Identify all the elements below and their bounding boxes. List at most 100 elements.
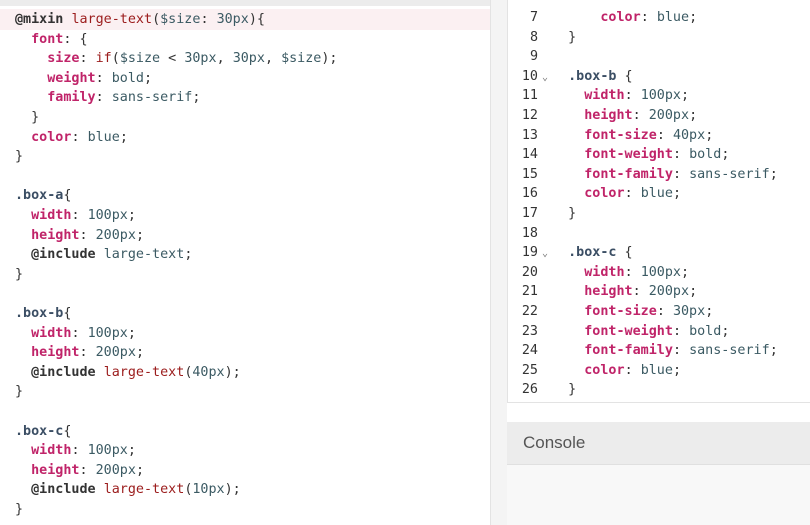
code-token: ;: [721, 323, 730, 339]
code-token: ;: [127, 443, 136, 459]
code-line[interactable]: font-size: 30px;: [552, 302, 713, 322]
code-line[interactable]: }: [552, 28, 576, 48]
line-number: 22: [521, 304, 538, 319]
console-header[interactable]: Console: [507, 422, 810, 465]
code-token: ;: [144, 70, 153, 86]
code-token: :: [672, 343, 690, 359]
code-token: ;: [119, 129, 128, 145]
code-line[interactable]: }: [15, 108, 39, 128]
code-line[interactable]: font-weight: bold;: [552, 322, 729, 342]
code-line[interactable]: font-size: 40px;: [552, 126, 713, 146]
code-token: color: [552, 186, 625, 202]
code-token: height: [15, 345, 80, 361]
code-token: ;: [705, 304, 714, 319]
code-token: ;: [135, 227, 144, 243]
code-token: .box-b: [15, 306, 64, 321]
code-line[interactable]: }: [15, 382, 23, 402]
code-token: : {: [63, 31, 88, 47]
code-line[interactable]: .box-b{: [15, 304, 71, 324]
code-line[interactable]: height: 200px;: [15, 226, 144, 246]
code-line[interactable]: width: 100px;: [15, 206, 136, 226]
code-line[interactable]: color: blue;: [552, 8, 697, 28]
code-line[interactable]: }: [15, 147, 23, 167]
code-line[interactable]: @include large-text(10px);: [15, 480, 241, 500]
code-token: }: [552, 29, 577, 45]
code-token: font-weight: [552, 323, 673, 339]
code-token: ;: [681, 88, 690, 104]
code-line[interactable]: .box-b {: [552, 67, 633, 87]
pane-separator[interactable]: [491, 0, 507, 525]
code-token: :: [672, 323, 690, 339]
code-token: 30px: [216, 12, 249, 27]
code-line[interactable]: weight: bold;: [15, 69, 152, 89]
scss-editor[interactable]: @mixin large-text($size: 30px){ font: { …: [0, 0, 491, 525]
code-token: ;: [672, 362, 681, 378]
code-line[interactable]: }: [552, 380, 576, 400]
code-line[interactable]: font-family: sans-serif;: [552, 341, 778, 361]
code-line[interactable]: height: 200px;: [552, 282, 697, 302]
code-line[interactable]: @include large-text(40px);: [15, 363, 241, 383]
code-token: .box-c: [552, 245, 617, 261]
code-token: :: [79, 345, 96, 361]
code-token: $size: [119, 51, 161, 67]
line-number: 16: [521, 186, 538, 202]
code-line[interactable]: }: [15, 500, 23, 520]
code-token: width: [15, 443, 72, 459]
chevron-down-icon[interactable]: ⌄: [542, 244, 548, 264]
chevron-down-icon[interactable]: ⌄: [542, 68, 548, 88]
code-line[interactable]: width: 100px;: [552, 86, 689, 106]
code-line[interactable]: font-family: sans-serif;: [552, 165, 778, 185]
code-token: :: [79, 227, 96, 243]
editor-top-bar: [0, 0, 490, 6]
code-line[interactable]: font-weight: bold;: [552, 145, 729, 165]
code-line[interactable]: width: 100px;: [15, 324, 136, 344]
code-line[interactable]: color: blue;: [552, 361, 681, 381]
code-token: <: [160, 51, 185, 67]
code-line[interactable]: width: 100px;: [15, 441, 136, 461]
code-line[interactable]: family: sans-serif;: [15, 88, 200, 108]
code-line[interactable]: color: blue;: [552, 184, 681, 204]
code-token: :: [656, 304, 673, 319]
code-token: 30px: [184, 51, 217, 67]
code-token: .box-a: [15, 188, 64, 204]
code-token: }: [552, 382, 577, 398]
code-token: $size: [281, 51, 322, 67]
code-line[interactable]: height: 200px;: [15, 343, 144, 363]
code-line[interactable]: }: [552, 204, 576, 224]
code-line[interactable]: color: blue;: [15, 128, 128, 148]
code-line[interactable]: font: {: [15, 30, 88, 50]
code-token: ;: [769, 166, 778, 182]
code-line[interactable]: @include large-text;: [15, 245, 192, 265]
code-line[interactable]: size: if($size < 30px, 30px, $size);: [15, 49, 337, 69]
code-token: ;: [705, 127, 714, 143]
code-token: ;: [127, 325, 136, 341]
code-token: sans-serif: [689, 166, 770, 182]
code-line[interactable]: height: 200px;: [15, 461, 144, 481]
code-line[interactable]: width: 100px;: [552, 263, 689, 283]
code-token: ;: [681, 264, 690, 280]
code-line[interactable]: }: [15, 265, 23, 285]
code-token: .box-c: [15, 423, 64, 439]
css-output-editor[interactable]: 7 color: blue; 8 } 9 10 ⌄ .box-b {11 width: …: [507, 0, 810, 403]
code-token: font-weight: [552, 147, 673, 163]
code-line[interactable]: .box-c{: [15, 422, 71, 442]
code-line[interactable]: .box-c {: [552, 243, 633, 263]
code-line[interactable]: @mixin large-text($size: 30px){: [15, 10, 265, 30]
line-number: 9: [529, 49, 538, 65]
code-token: ;: [127, 208, 136, 223]
code-line[interactable]: .box-a{: [15, 186, 71, 206]
line-number: 12: [521, 108, 538, 123]
code-token: font-size: [552, 304, 657, 319]
code-token: bold: [689, 147, 722, 163]
console-body[interactable]: [507, 465, 810, 525]
code-token: color: [552, 362, 625, 378]
code-token: ;: [689, 284, 698, 300]
code-token: ;: [135, 345, 144, 361]
code-token: large-text: [103, 247, 185, 263]
code-token: color: [552, 10, 641, 25]
code-token: 200px: [95, 345, 136, 361]
code-line[interactable]: height: 200px;: [552, 106, 697, 126]
code-token: 30px: [232, 51, 265, 67]
code-token: 200px: [648, 284, 690, 300]
code-token: :: [672, 147, 690, 163]
